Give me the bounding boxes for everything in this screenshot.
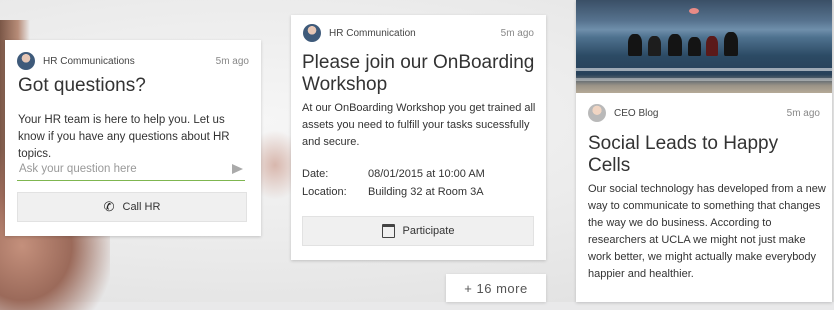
- sunset-sun: [689, 8, 699, 14]
- call-hr-button[interactable]: ✆ Call HR: [17, 192, 247, 222]
- person-silhouette: [706, 36, 718, 56]
- question-field: [17, 158, 245, 181]
- card-text: Our social technology has developed from…: [588, 183, 826, 280]
- calendar-icon: [381, 224, 395, 238]
- more-items-link[interactable]: + 16 more: [446, 274, 546, 302]
- date-label: Date:: [302, 168, 329, 180]
- card-title: Please join our OnBoarding Workshop: [302, 52, 535, 95]
- card-header: CEO Blog 5m ago: [588, 104, 820, 122]
- blog-photo: [576, 0, 832, 93]
- card-text: At our OnBoarding Workshop you get train…: [302, 102, 536, 148]
- onboarding-workshop-card: HR Communication 5m ago Please join our …: [291, 15, 546, 260]
- card-title: Social Leads to Happy Cells: [588, 133, 779, 176]
- location-label: Location:: [302, 186, 347, 198]
- avatar: [303, 24, 321, 42]
- location-row: Location: Building 32 at Room 3A: [302, 186, 484, 198]
- question-input[interactable]: [17, 163, 232, 175]
- call-hr-label: Call HR: [122, 201, 161, 213]
- ceo-blog-card[interactable]: CEO Blog 5m ago Social Leads to Happy Ce…: [576, 0, 832, 302]
- avatar: [17, 52, 35, 70]
- person-silhouette: [648, 36, 661, 56]
- send-icon[interactable]: [232, 164, 243, 174]
- card-header: HR Communication 5m ago: [303, 24, 534, 42]
- card-title: Got questions?: [18, 75, 146, 96]
- card-time: 5m ago: [215, 55, 249, 67]
- card-source: HR Communications: [43, 55, 135, 67]
- person-silhouette: [668, 34, 682, 56]
- phone-icon: ✆: [103, 199, 115, 214]
- participate-button[interactable]: Participate: [302, 216, 534, 246]
- person-silhouette: [688, 37, 701, 56]
- location-value: Building 32 at Room 3A: [368, 186, 484, 198]
- date-row: Date: 08/01/2015 at 10:00 AM: [302, 168, 485, 180]
- card-time: 5m ago: [500, 27, 534, 39]
- person-silhouette: [724, 32, 738, 56]
- hr-questions-card: HR Communications 5m ago Got questions? …: [5, 40, 261, 236]
- card-source: CEO Blog: [614, 107, 659, 119]
- avatar: [588, 104, 606, 122]
- wave: [576, 68, 832, 71]
- card-source: HR Communication: [329, 27, 416, 39]
- card-time: 5m ago: [786, 107, 820, 119]
- person-silhouette: [628, 34, 642, 56]
- wave: [576, 78, 832, 81]
- card-text: Your HR team is here to help you. Let us…: [18, 114, 230, 160]
- card-header: HR Communications 5m ago: [17, 52, 249, 70]
- date-value: 08/01/2015 at 10:00 AM: [368, 168, 485, 180]
- participate-label: Participate: [402, 225, 455, 237]
